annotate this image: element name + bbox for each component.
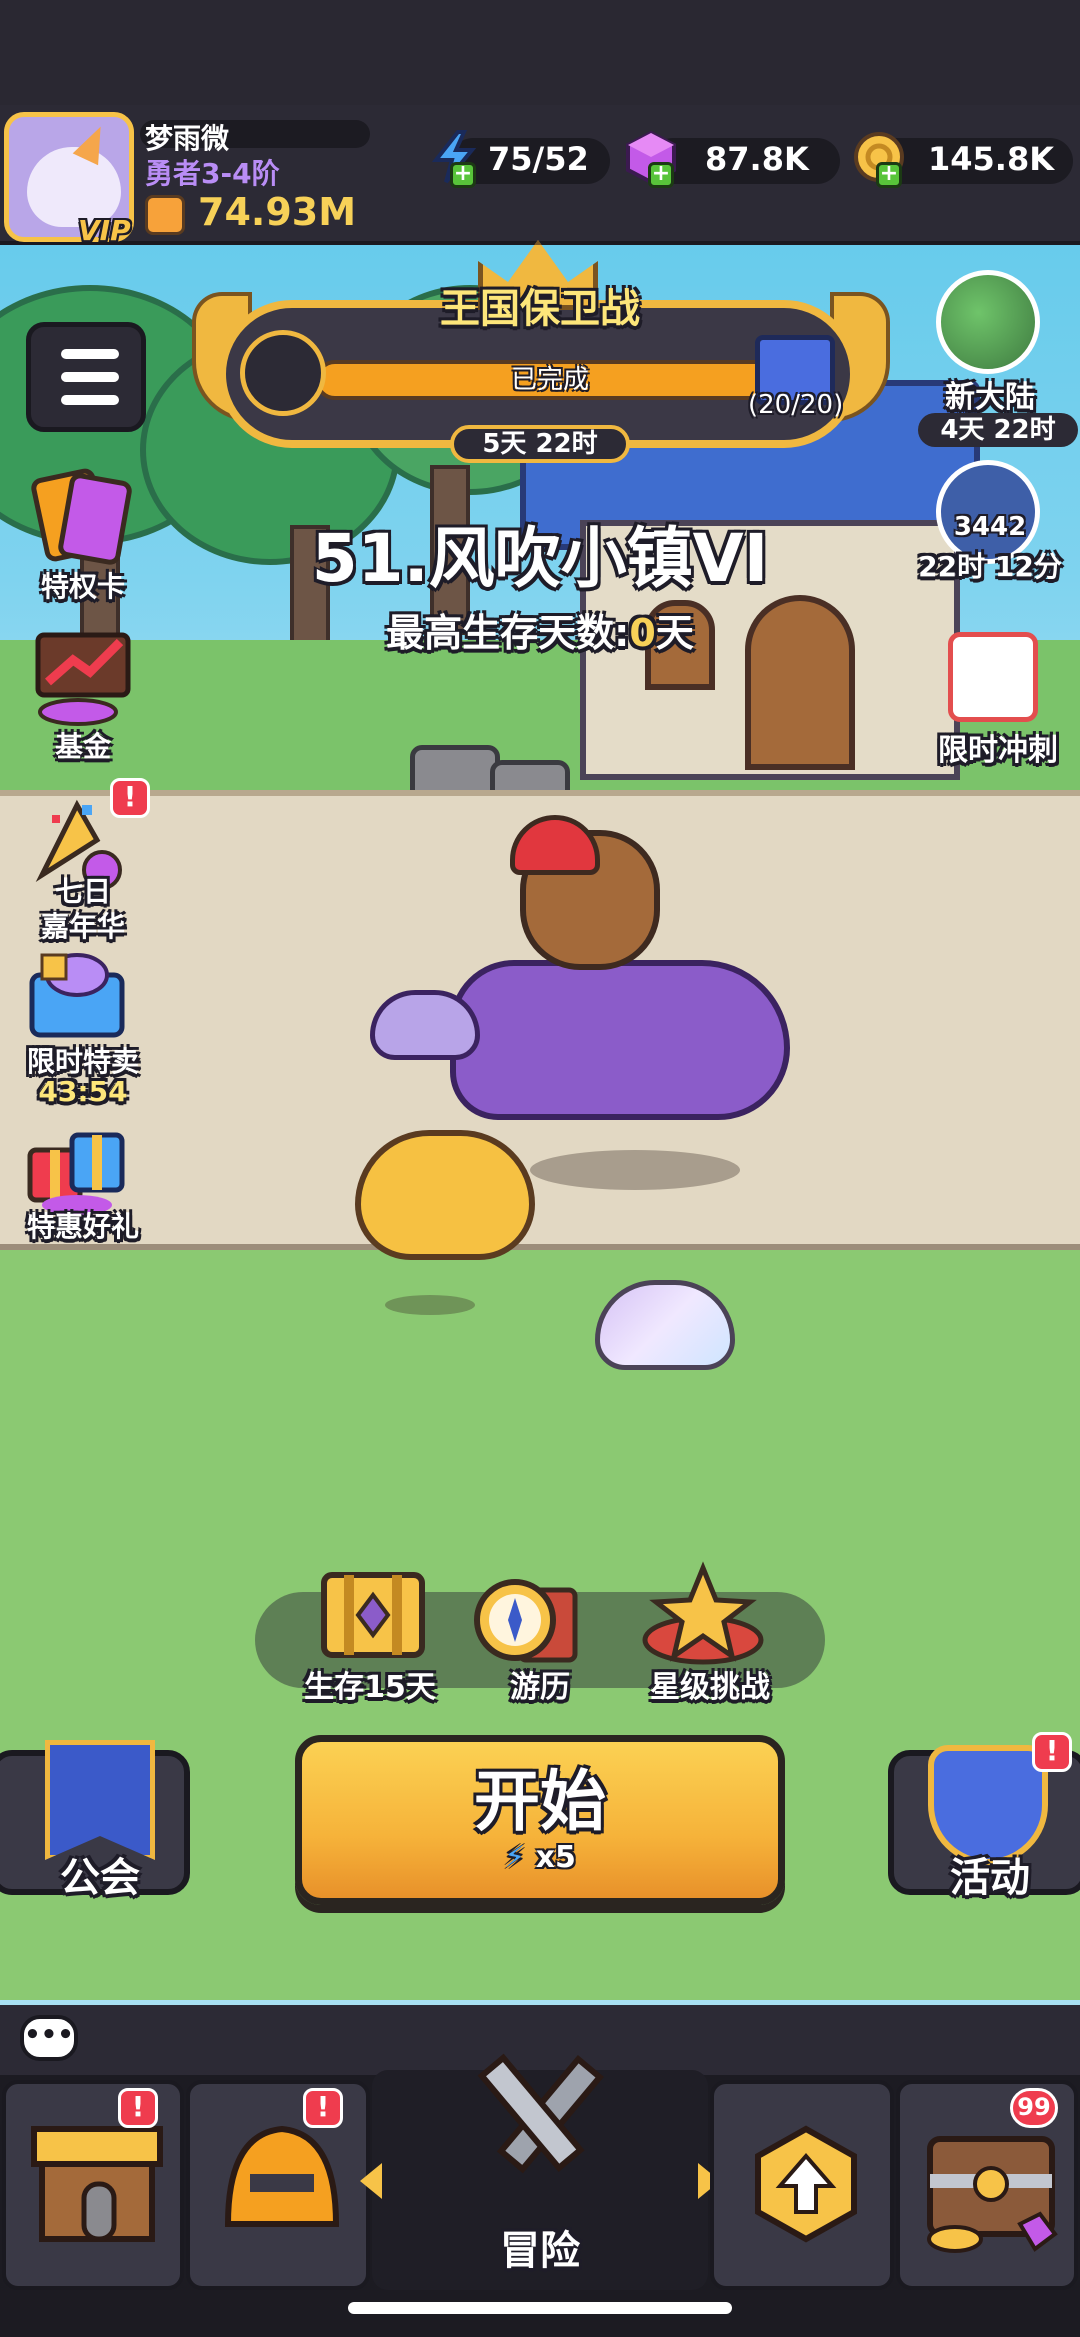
vip-badge: VIP — [78, 214, 131, 247]
add-energy-button[interactable]: + — [450, 162, 476, 188]
helmet-icon — [224, 2125, 340, 2227]
banner-title: 王国保卫战 — [440, 286, 640, 332]
shadow — [385, 1295, 475, 1315]
new-continent-globe-icon[interactable] — [936, 270, 1040, 374]
nav-upgrade[interactable] — [710, 2080, 894, 2290]
adventure-label: 冒险 — [500, 2228, 580, 2274]
calendar-rush-icon[interactable] — [948, 632, 1038, 722]
player-name: 梦雨微 — [145, 122, 230, 155]
start-cost-value: x5 — [535, 1840, 576, 1875]
best-survival-days: 最高生存天数:0天 — [0, 602, 1080, 657]
limited-sale-icon[interactable] — [22, 945, 132, 1055]
events-badge: ! — [1032, 1732, 1072, 1772]
shop-stall-icon — [31, 2126, 163, 2242]
power-value: 74.93M — [198, 190, 357, 234]
upgrade-arrow-icon — [755, 2125, 857, 2243]
menu-icon — [61, 349, 119, 359]
best-survival-unit: 天 — [655, 611, 694, 655]
tower-timer: 22时 12分 — [918, 550, 1062, 583]
treasure-badge: 99 — [1010, 2088, 1058, 2128]
shadow — [530, 1150, 740, 1190]
chat-bubble-icon[interactable]: ••• — [20, 2015, 78, 2061]
rush-label: 限时冲刺 — [938, 733, 1058, 768]
menu-icon — [61, 395, 119, 405]
nav-left-arrow-icon — [360, 2163, 382, 2199]
menu-icon — [61, 372, 119, 382]
menu-button[interactable] — [26, 322, 146, 432]
add-gold-button[interactable]: + — [876, 162, 902, 188]
travel-label: 游历 — [510, 1670, 570, 1705]
home-indicator[interactable] — [348, 2302, 732, 2314]
survive-chest-icon[interactable] — [318, 1565, 428, 1665]
star-crown-icon[interactable] — [638, 1560, 764, 1665]
purple-dragon-mount — [450, 960, 790, 1120]
special-gift-label: 特惠好礼 — [26, 1210, 139, 1243]
limited-sale-label: 限时特卖 — [26, 1045, 139, 1078]
tower-count: 3442 — [953, 512, 1027, 542]
guild-label: 公会 — [60, 1855, 140, 1901]
equipment-badge: ! — [303, 2088, 343, 2128]
star-challenge-label: 星级挑战 — [650, 1670, 770, 1705]
start-cost: ⚡ x5 — [295, 1840, 785, 1875]
gift-count: (20/20) — [748, 390, 844, 420]
new-continent-timer: 4天 22时 — [940, 415, 1056, 445]
special-gift-icon[interactable] — [22, 1110, 132, 1220]
limited-sale-timer: 43:54 — [38, 1075, 128, 1108]
best-survival-value: 0 — [629, 611, 656, 655]
gems-value: 87.8K — [705, 140, 809, 178]
player-rank: 勇者3-4阶 — [145, 157, 280, 190]
seven-day-label-1: 七日 — [54, 875, 111, 908]
banner-timer: 5天 22时 — [482, 429, 598, 459]
yellow-beast-pet — [355, 1130, 535, 1260]
lightning-icon: ⚡ — [504, 1840, 526, 1875]
events-label: 活动 — [950, 1855, 1030, 1901]
power-shield-icon — [145, 195, 185, 235]
seven-day-label-2: 嘉年华 — [40, 910, 125, 943]
crossed-swords-icon — [455, 2050, 625, 2200]
fund-label: 基金 — [54, 730, 111, 763]
start-label: 开始 — [474, 1763, 606, 1840]
war-horn-icon — [240, 330, 326, 416]
add-gems-button[interactable]: + — [648, 162, 674, 188]
status-bar — [0, 0, 1080, 105]
energy-value: 75/52 — [488, 140, 589, 178]
best-survival-label: 最高生存天数: — [386, 611, 630, 655]
purple-slime-pet — [370, 990, 480, 1060]
survive-label: 生存15天 — [304, 1670, 436, 1705]
shop-badge: ! — [118, 2088, 158, 2128]
seven-day-badge: ! — [110, 778, 150, 818]
compass-map-icon[interactable] — [470, 1570, 580, 1670]
new-continent-label: 新大陆 — [945, 380, 1035, 415]
rainbow-slime-pet — [595, 1280, 735, 1370]
gold-value: 145.8K — [928, 140, 1055, 178]
banner-progress-label: 已完成 — [510, 365, 589, 395]
